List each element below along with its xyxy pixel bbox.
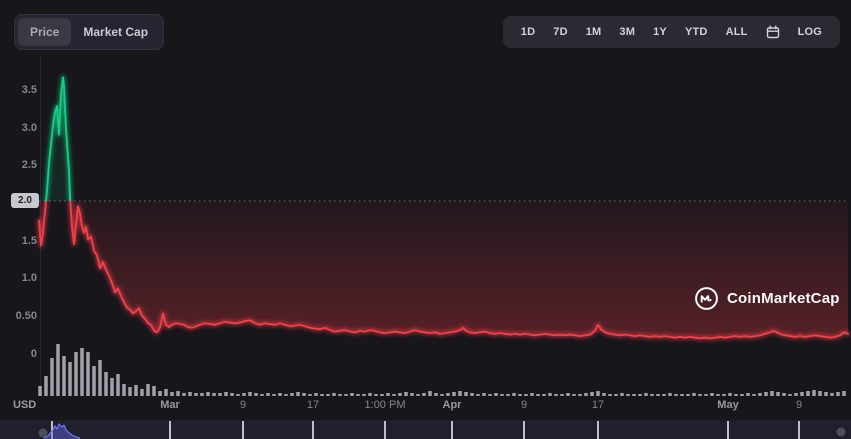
range-toolbar: 1D7D 1M3M1YYTDALL LOG <box>503 16 840 48</box>
metric-toggle: Price Market Cap <box>14 14 164 50</box>
timeline-navigator[interactable] <box>0 420 851 439</box>
x-tick-label: May <box>717 399 738 411</box>
range-button-1y[interactable]: 1Y <box>647 19 673 45</box>
x-tick-label: Mar <box>160 399 180 411</box>
tab-market-cap[interactable]: Market Cap <box>71 18 160 46</box>
range-button-1m[interactable]: 1M <box>580 19 608 45</box>
x-axis-labels: Mar 9 17 1:00 PM Apr 9 17 May 9 <box>0 399 851 413</box>
tab-price[interactable]: Price <box>18 18 71 46</box>
x-tick-label: 9 <box>796 399 802 411</box>
calendar-button[interactable] <box>760 19 786 45</box>
range-button-7d[interactable]: 7D <box>547 19 573 45</box>
currency-label: USD <box>13 399 36 411</box>
x-tick-label: 17 <box>307 399 319 411</box>
price-chart[interactable] <box>0 60 851 396</box>
coinmarketcap-logo-icon <box>694 286 719 311</box>
calendar-icon <box>766 25 780 39</box>
navigator-chart <box>0 420 851 439</box>
coinmarketcap-watermark: CoinMarketCap <box>694 286 840 311</box>
range-button-3m[interactable]: 3M <box>613 19 641 45</box>
x-tick-label: 9 <box>521 399 527 411</box>
log-scale-button[interactable]: LOG <box>792 19 828 45</box>
range-button-1d[interactable]: 1D <box>515 19 541 45</box>
current-price-badge: 2.0 <box>11 193 39 208</box>
x-tick-label: Apr <box>443 399 462 411</box>
x-tick-label: 9 <box>240 399 246 411</box>
navigator-handle[interactable] <box>837 428 846 437</box>
range-button-all[interactable]: ALL <box>720 19 754 45</box>
x-tick-label: 17 <box>592 399 604 411</box>
navigator-handle[interactable] <box>39 429 48 438</box>
range-buttons: 1D7D 1M3M1YYTDALL <box>515 19 754 45</box>
watermark-label: CoinMarketCap <box>727 290 840 307</box>
range-button-ytd[interactable]: YTD <box>679 19 714 45</box>
x-tick-label: 1:00 PM <box>365 399 406 411</box>
price-chart-panel: Price Market Cap 1D7D1M3M1YYTDALL LOG 3.… <box>0 0 851 439</box>
